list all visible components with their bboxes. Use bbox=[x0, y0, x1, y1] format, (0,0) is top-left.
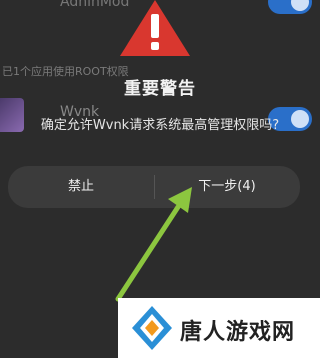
watermark: 唐人游戏网 bbox=[118, 298, 320, 358]
watermark-text: 唐人游戏网 bbox=[180, 320, 296, 345]
dialog-title: 重要警告 bbox=[124, 79, 196, 99]
site-logo-icon bbox=[132, 306, 172, 350]
warning-icon bbox=[120, 0, 190, 56]
top-item-label: AdhinMod bbox=[60, 0, 130, 10]
top-item-toggle[interactable] bbox=[268, 0, 312, 14]
dialog-message: 确定允许Wvnk请求系统最高管理权限吗? bbox=[40, 118, 280, 133]
green-arrow-icon bbox=[115, 187, 192, 302]
